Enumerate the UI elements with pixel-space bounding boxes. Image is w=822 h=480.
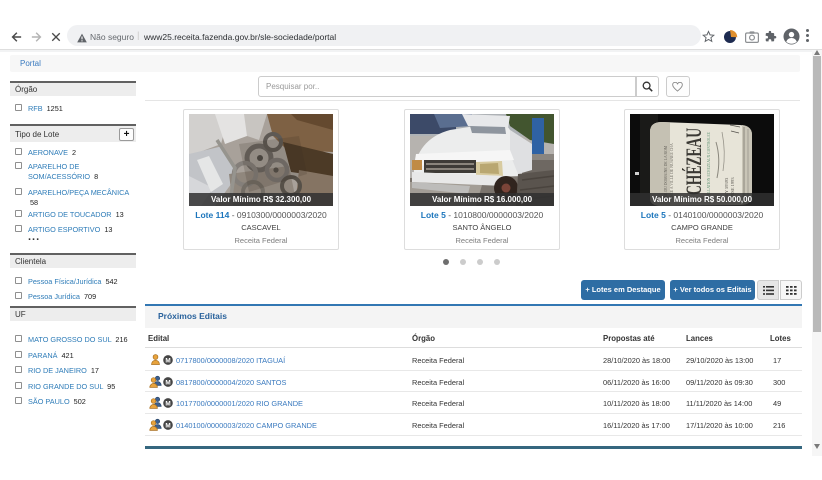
svg-text:CHÉZEAU: CHÉZEAU [681,128,706,195]
svg-text:M: M [165,400,170,407]
svg-text:M: M [165,422,170,429]
svg-text:ANEE A VILLE DE NUANEE CHA: ANEE A VILLE DE NUANEE CHA [670,143,674,200]
svg-text:APPELLATION ECHEZEAUX CONTROLE: APPELLATION ECHEZEAUX CONTROLEE [706,132,711,202]
svg-text:VEE DU DOMAINE DE LA ROM: VEE DU DOMAINE DE LA ROM [664,145,668,200]
svg-text:M: M [165,357,170,364]
svg-text:M: M [165,379,170,386]
